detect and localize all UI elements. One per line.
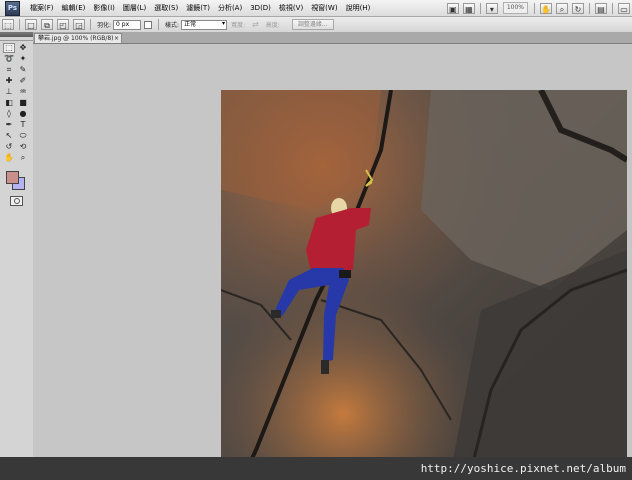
- feather-label: 羽化:: [97, 22, 112, 29]
- canvas-area[interactable]: [33, 44, 632, 471]
- foreground-color-swatch[interactable]: [6, 171, 19, 184]
- arrange-documents-button[interactable]: ▤: [595, 2, 607, 14]
- marquee-icon: ⬚: [4, 21, 12, 30]
- new-selection-icon: □: [27, 21, 35, 30]
- magic-wand-tool-icon[interactable]: ✦: [17, 54, 29, 64]
- add-selection-icon: ⧉: [44, 21, 50, 30]
- pen-tool-icon[interactable]: ✒: [3, 120, 15, 130]
- style-label: 樣式:: [165, 22, 180, 29]
- rectangular-marquee-tool-icon[interactable]: ⬚: [3, 43, 15, 53]
- menu-filter[interactable]: 濾鏡(T): [182, 0, 214, 16]
- hand-tool-icon[interactable]: ✋: [3, 153, 15, 163]
- path-selection-tool-icon[interactable]: ↖: [3, 131, 15, 141]
- magnifier-icon: ⌕: [559, 4, 565, 14]
- watermark-url: http://yoshice.pixnet.net/album: [420, 462, 626, 475]
- close-icon[interactable]: ×: [114, 34, 119, 44]
- clone-stamp-tool-icon[interactable]: ⊥: [3, 87, 15, 97]
- type-tool-icon[interactable]: T: [17, 120, 29, 130]
- eraser-tool-icon[interactable]: ◧: [3, 98, 15, 108]
- rock-climber-photo: [221, 90, 627, 471]
- width-label: 寬度:: [231, 22, 246, 29]
- healing-brush-tool-icon[interactable]: ✚: [3, 76, 15, 86]
- new-selection-button[interactable]: □: [25, 19, 37, 30]
- photoshop-logo-icon: Ps: [5, 0, 20, 16]
- subtract-selection-icon: ◰: [59, 21, 67, 30]
- application-bar: ▣ ▦ ▾ 100% ✋ ⌕ ↻ ▤ ▭: [445, 2, 632, 14]
- hand-tool-button[interactable]: ✋: [540, 2, 552, 14]
- watermark-bar: http://yoshice.pixnet.net/album: [0, 457, 632, 480]
- divider: [158, 19, 160, 30]
- launch-bridge-button[interactable]: ▣: [446, 2, 459, 14]
- shape-tool-icon[interactable]: ⬭: [17, 131, 29, 141]
- move-tool-icon[interactable]: ✥: [17, 43, 29, 53]
- menu-select[interactable]: 選取(S): [150, 0, 182, 16]
- document-tab-bar: 攀岩.jpg @ 100% (RGB/8) ×: [33, 32, 632, 44]
- document-tab[interactable]: 攀岩.jpg @ 100% (RGB/8) ×: [34, 33, 122, 43]
- divider: [589, 2, 590, 14]
- chevron-down-icon: ▾: [489, 4, 494, 14]
- zoom-tool-button[interactable]: ⌕: [556, 2, 568, 14]
- view-extras-button[interactable]: ▦: [462, 2, 475, 14]
- intersect-selection-icon: ◲: [75, 21, 83, 30]
- subtract-from-selection-button[interactable]: ◰: [57, 19, 69, 30]
- divider: [19, 19, 20, 30]
- options-bar: ⬚ □ ⧉ ◰ ◲ 羽化: 0 px 樣式: 正常 寬度: ⇄ 高度: 調整邊緣…: [0, 17, 632, 33]
- swap-dimensions-icon[interactable]: ⇄: [252, 19, 259, 30]
- quick-mask-icon[interactable]: [10, 196, 23, 206]
- divider: [612, 2, 613, 14]
- menu-file[interactable]: 檔案(F): [26, 0, 58, 16]
- dodge-tool-icon[interactable]: ●: [17, 109, 29, 119]
- rotate-view-button[interactable]: ↻: [572, 2, 584, 14]
- 3d-rotate-tool-icon[interactable]: ↺: [3, 142, 15, 152]
- refine-edge-button[interactable]: 調整邊緣...: [291, 19, 334, 30]
- divider: [534, 2, 535, 14]
- menu-layer[interactable]: 圖層(L): [119, 0, 150, 16]
- tool-grid: ⬚ ✥ ➰ ✦ ⌗ ✎ ✚ ✐ ⊥ ♒ ◧ ■ ◊ ● ✒ T ↖ ⬭ ↺ ⟲ …: [0, 41, 33, 165]
- divider: [90, 19, 91, 30]
- document-image: [221, 90, 627, 471]
- height-label: 高度:: [265, 22, 280, 29]
- menu-3d[interactable]: 3D(D): [246, 0, 275, 16]
- zoom-level-dropdown-button[interactable]: ▾: [485, 2, 498, 14]
- grid-icon: ▦: [465, 4, 473, 14]
- history-brush-tool-icon[interactable]: ♒: [17, 87, 29, 97]
- feather-input[interactable]: 0 px: [113, 19, 142, 30]
- menu-window[interactable]: 視窗(W): [307, 0, 341, 16]
- arrange-icon: ▤: [597, 4, 605, 14]
- screen-mode-icon: ▭: [620, 4, 628, 14]
- menu-help[interactable]: 說明(H): [342, 0, 375, 16]
- menu-edit[interactable]: 編輯(E): [58, 0, 90, 16]
- bridge-icon: ▣: [449, 4, 457, 14]
- blur-tool-icon[interactable]: ◊: [3, 109, 15, 119]
- eyedropper-tool-icon[interactable]: ✎: [17, 65, 29, 75]
- intersect-selection-button[interactable]: ◲: [73, 19, 85, 30]
- zoom-level-field[interactable]: 100%: [502, 2, 528, 14]
- document-tab-title: 攀岩.jpg @ 100% (RGB/8): [38, 35, 114, 42]
- rotate-icon: ↻: [574, 4, 582, 14]
- crop-tool-icon[interactable]: ⌗: [3, 65, 15, 75]
- add-to-selection-button[interactable]: ⧉: [41, 19, 53, 30]
- tool-preset-picker[interactable]: ⬚: [2, 19, 14, 30]
- color-swatches: [3, 168, 30, 192]
- gradient-tool-icon[interactable]: ■: [17, 98, 29, 108]
- 3d-orbit-tool-icon[interactable]: ⟲: [17, 142, 29, 152]
- zoom-tool-icon[interactable]: ⌕: [17, 153, 29, 163]
- anti-alias-checkbox[interactable]: [144, 20, 153, 29]
- menu-analysis[interactable]: 分析(A): [214, 0, 246, 16]
- style-select[interactable]: 正常: [181, 19, 228, 30]
- tools-panel: ⬚ ✥ ➰ ✦ ⌗ ✎ ✚ ✐ ⊥ ♒ ◧ ■ ◊ ● ✒ T ↖ ⬭ ↺ ⟲ …: [0, 32, 34, 457]
- menu-view[interactable]: 檢視(V): [275, 0, 307, 16]
- brush-tool-icon[interactable]: ✐: [17, 76, 29, 86]
- menu-bar: Ps 檔案(F) 編輯(E) 影像(I) 圖層(L) 選取(S) 濾鏡(T) 分…: [0, 0, 632, 17]
- lasso-tool-icon[interactable]: ➰: [3, 54, 15, 64]
- divider: [479, 2, 481, 14]
- screen-mode-button[interactable]: ▭: [618, 2, 630, 14]
- hand-icon: ✋: [541, 4, 551, 14]
- menu-image[interactable]: 影像(I): [89, 0, 119, 16]
